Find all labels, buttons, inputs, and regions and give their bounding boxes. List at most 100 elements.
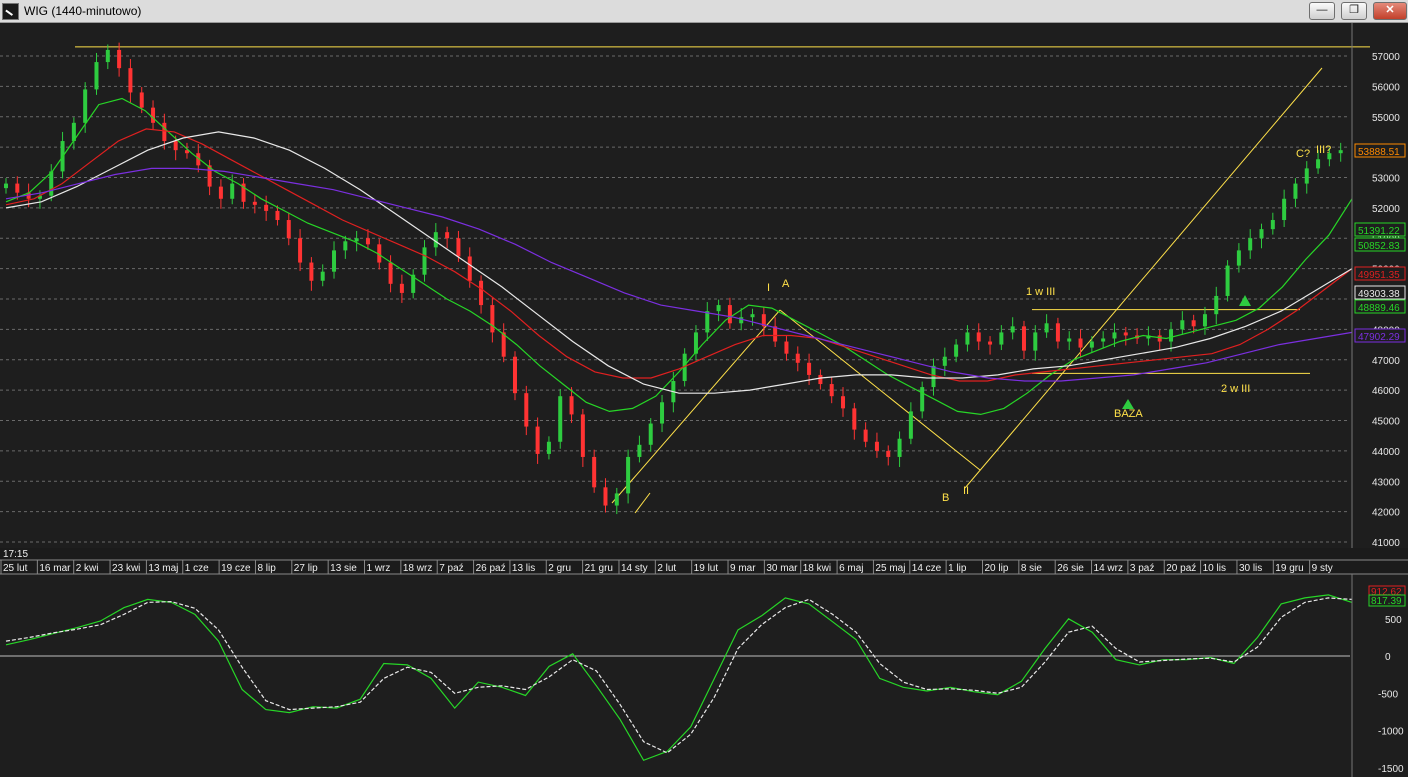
candle-body xyxy=(592,456,597,488)
candle-body xyxy=(422,247,427,275)
candle-body xyxy=(1101,338,1106,342)
date-tick-label: 18 kwi xyxy=(803,563,831,574)
chart-area[interactable]: 4100042000430004400045000460004700048000… xyxy=(0,23,1408,777)
date-tick-label: 23 kwi xyxy=(112,563,140,574)
time-label: 17:15 xyxy=(3,549,28,560)
candle-body xyxy=(727,305,732,324)
candle-body xyxy=(230,183,235,199)
date-tick-label: 19 gru xyxy=(1275,563,1303,574)
candle-body xyxy=(1021,326,1026,351)
candle-body xyxy=(388,262,393,284)
date-tick-label: 6 maj xyxy=(839,563,863,574)
candle-body xyxy=(603,487,608,506)
candle-body xyxy=(399,283,404,293)
candle-body xyxy=(524,393,529,427)
date-tick-label: 3 paź xyxy=(1130,563,1154,574)
price-tick-label: 53000 xyxy=(1372,174,1400,185)
candle-body xyxy=(128,68,133,93)
date-tick-label: 14 cze xyxy=(912,563,942,574)
date-tick-label: 25 maj xyxy=(875,563,905,574)
price-tick-label: 45000 xyxy=(1372,417,1400,428)
annotation-label: II xyxy=(963,485,969,497)
date-tick-label: 14 sty xyxy=(621,563,648,574)
candle-body xyxy=(1225,265,1230,296)
chart-background xyxy=(0,23,1408,777)
candle-body xyxy=(1270,220,1275,230)
date-tick-label: 1 cze xyxy=(185,563,209,574)
candle-body xyxy=(1067,338,1072,342)
candle-body xyxy=(886,450,891,457)
restore-button[interactable]: ❐ xyxy=(1341,2,1367,20)
price-tick-label: 57000 xyxy=(1372,52,1400,63)
oscillator-tick-label: 500 xyxy=(1385,615,1402,626)
price-value-tag: 51391.22 xyxy=(1358,226,1400,237)
price-tick-label: 47000 xyxy=(1372,356,1400,367)
candle-body xyxy=(773,326,778,342)
annotation-label: B xyxy=(942,492,949,504)
candle-body xyxy=(83,89,88,123)
price-value-tag: 47902.29 xyxy=(1358,332,1400,343)
candle-body xyxy=(908,411,913,439)
date-tick-label: 9 sty xyxy=(1312,563,1333,574)
price-value-tag: 48889.46 xyxy=(1358,303,1400,314)
candle-body xyxy=(920,387,925,412)
candle-body xyxy=(626,456,631,494)
date-tick-label: 30 mar xyxy=(766,563,798,574)
candle-body xyxy=(841,396,846,409)
candle-body xyxy=(999,332,1004,345)
date-tick-label: 26 sie xyxy=(1057,563,1084,574)
candle-body xyxy=(365,238,370,245)
price-value-tag: 53888.51 xyxy=(1358,147,1400,158)
window-titlebar: WIG (1440-minutowo) — ❐ ✕ xyxy=(0,0,1408,23)
candle-body xyxy=(750,314,755,318)
candle-body xyxy=(151,107,156,123)
candle-body xyxy=(1112,332,1117,339)
candle-body xyxy=(286,220,291,239)
annotation-label: 1 w III xyxy=(1026,286,1055,298)
date-axis: 17:15 25 lut 16 mar 2 kwi 23 kwi 13 maj 1 cze 1… xyxy=(0,548,1408,575)
price-tick-label: 41000 xyxy=(1372,538,1400,549)
candle-body xyxy=(1202,314,1207,327)
candle-body xyxy=(1338,150,1343,154)
candle-body xyxy=(433,232,438,248)
candle-body xyxy=(218,186,223,199)
app-chart-icon xyxy=(2,3,19,20)
candle-body xyxy=(173,141,178,151)
price-tick-label: 46000 xyxy=(1372,386,1400,397)
candle-body xyxy=(1010,326,1015,333)
minimize-button[interactable]: — xyxy=(1309,2,1335,20)
date-tick-label: 8 lip xyxy=(257,563,276,574)
date-tick-label: 2 kwi xyxy=(76,563,99,574)
candle-body xyxy=(1236,250,1241,266)
date-tick-label: 21 gru xyxy=(585,563,613,574)
candle-body xyxy=(795,353,800,363)
date-tick-label: 10 lis xyxy=(1203,563,1226,574)
candle-body xyxy=(1123,332,1128,336)
candle-body xyxy=(264,204,269,211)
date-tick-label: 26 paź xyxy=(476,563,506,574)
oscillator-tick-label: 0 xyxy=(1385,652,1391,663)
candle-body xyxy=(1259,229,1264,239)
annotation-label: A xyxy=(782,278,790,290)
candle-body xyxy=(467,256,472,281)
date-tick-label: 16 mar xyxy=(39,563,71,574)
price-tick-label: 43000 xyxy=(1372,477,1400,488)
date-tick-label: 18 wrz xyxy=(403,563,432,574)
window-title: WIG (1440-minutowo) xyxy=(24,4,142,18)
oscillator-tick-label: -500 xyxy=(1378,689,1398,700)
candle-body xyxy=(716,305,721,312)
date-tick-label: 27 lip xyxy=(294,563,318,574)
price-value-tag: 49303.38 xyxy=(1358,289,1400,300)
date-tick-label: 7 paź xyxy=(439,563,463,574)
candle-body xyxy=(1157,335,1162,342)
annotation-label: I xyxy=(767,282,770,294)
candle-body xyxy=(965,332,970,345)
date-tick-label: 30 lis xyxy=(1239,563,1262,574)
candle-body xyxy=(1316,159,1321,169)
candle-body xyxy=(1214,295,1219,315)
close-button[interactable]: ✕ xyxy=(1373,2,1407,20)
candle-body xyxy=(4,183,8,189)
date-tick-label: 20 lip xyxy=(984,563,1008,574)
candle-body xyxy=(829,384,834,397)
candle-body xyxy=(117,49,122,69)
